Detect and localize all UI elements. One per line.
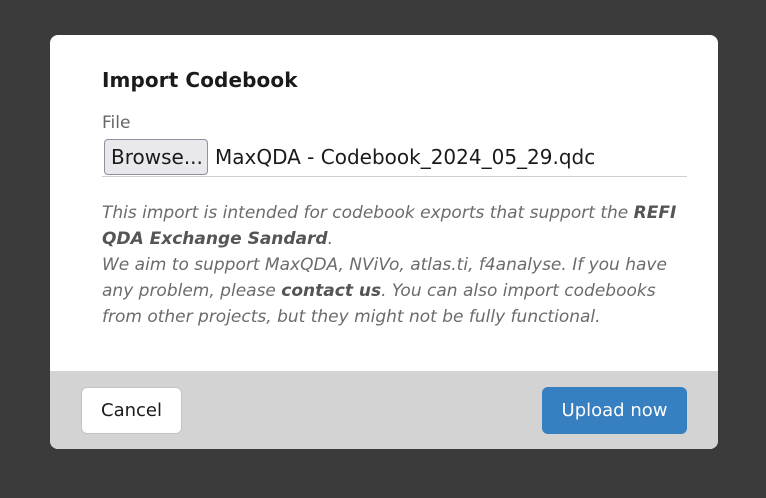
dialog-body: Import Codebook File Browse... MaxQDA - … — [50, 35, 718, 371]
help-text-1: This import is intended for codebook exp… — [102, 203, 634, 223]
import-help-text: This import is intended for codebook exp… — [102, 200, 692, 330]
dialog-title: Import Codebook — [102, 68, 298, 92]
cancel-button[interactable]: Cancel — [81, 387, 182, 434]
import-codebook-dialog: Import Codebook File Browse... MaxQDA - … — [50, 35, 718, 449]
contact-us-link[interactable]: contact us — [281, 281, 381, 301]
browse-button[interactable]: Browse... — [104, 139, 208, 175]
file-input[interactable]: Browse... MaxQDA - Codebook_2024_05_29.q… — [102, 139, 687, 177]
upload-now-button[interactable]: Upload now — [542, 387, 687, 434]
file-field-label: File — [102, 113, 131, 133]
help-text-1-end: . — [327, 229, 334, 249]
dialog-footer: Cancel Upload now — [50, 371, 718, 449]
help-paragraph-1: This import is intended for codebook exp… — [102, 200, 692, 252]
help-paragraph-2: We aim to support MaxQDA, NViVo, atlas.t… — [102, 252, 692, 330]
selected-file-name: MaxQDA - Codebook_2024_05_29.qdc — [215, 145, 596, 169]
